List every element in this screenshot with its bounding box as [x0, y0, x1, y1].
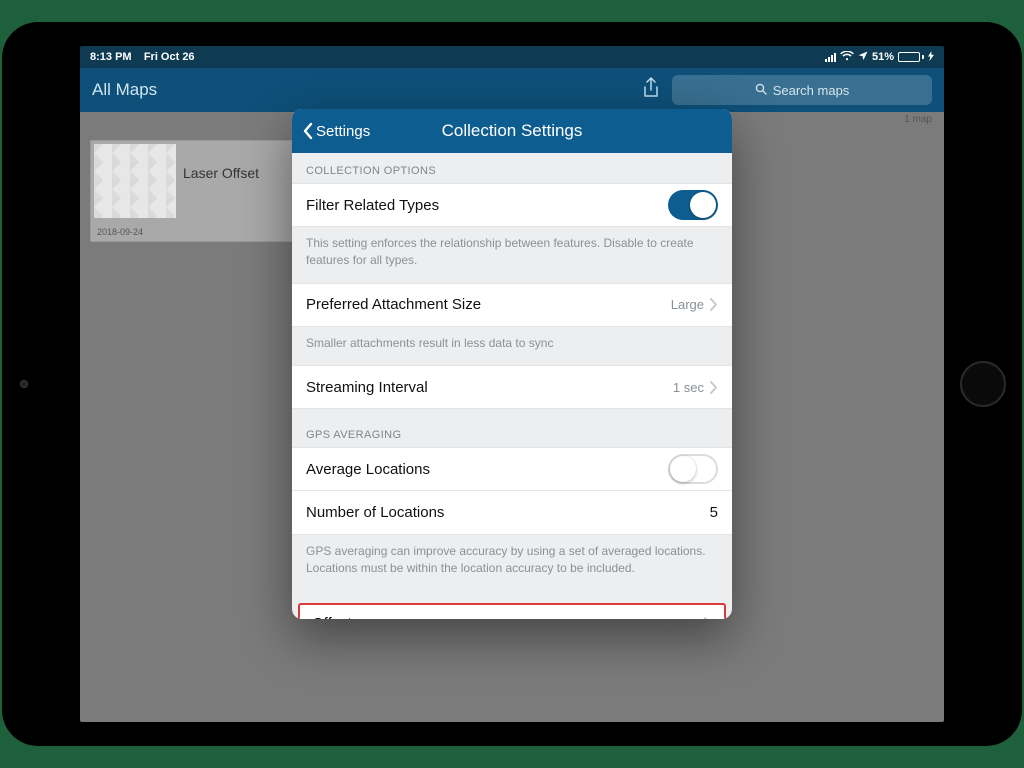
share-button[interactable]: [642, 77, 660, 104]
battery-percent: 51%: [872, 51, 894, 63]
row-label: Streaming Interval: [306, 379, 673, 396]
map-count-label: 1 map: [904, 114, 932, 125]
map-card-name: Laser Offset: [183, 165, 259, 181]
navbar: All Maps Search maps: [80, 68, 944, 112]
map-thumbnail: [94, 144, 176, 218]
chevron-left-icon: [302, 122, 314, 140]
row-label: Offset: [312, 615, 665, 619]
search-placeholder: Search maps: [773, 83, 850, 98]
section-header-gps: GPS AVERAGING: [292, 409, 732, 447]
charging-icon: [928, 51, 934, 64]
row-average-locations[interactable]: Average Locations: [292, 447, 732, 491]
chevron-right-icon: [704, 617, 712, 619]
row-value: 1 sec: [673, 380, 704, 395]
status-time: 8:13 PM: [90, 51, 132, 63]
row-label: Average Locations: [306, 461, 668, 478]
toggle-filter-related[interactable]: [668, 190, 718, 220]
filter-footer: This setting enforces the relationship b…: [292, 227, 732, 283]
chevron-right-icon: [710, 381, 718, 394]
row-streaming-interval[interactable]: Streaming Interval 1 sec: [292, 365, 732, 409]
toggle-average-locations[interactable]: [668, 454, 718, 484]
battery-icon: [898, 52, 924, 62]
back-label: Settings: [316, 123, 370, 140]
search-input[interactable]: Search maps: [672, 75, 932, 105]
row-attachment-size[interactable]: Preferred Attachment Size Large: [292, 283, 732, 327]
section-header-collection: COLLECTION OPTIONS: [292, 153, 732, 183]
location-icon: [858, 51, 868, 64]
collection-settings-modal: Settings Collection Settings COLLECTION …: [292, 109, 732, 619]
wifi-icon: [840, 51, 854, 64]
row-value: None: [665, 616, 696, 619]
row-number-locations[interactable]: Number of Locations 5: [292, 491, 732, 535]
row-value: 5: [710, 504, 718, 521]
row-filter-related-types[interactable]: Filter Related Types: [292, 183, 732, 227]
status-date: Fri Oct 26: [144, 51, 195, 63]
back-button[interactable]: Settings: [302, 122, 370, 140]
row-offset[interactable]: Offset None: [298, 603, 726, 619]
map-card[interactable]: Laser Offset 2018-09-24: [90, 140, 302, 242]
row-value: Large: [671, 297, 704, 312]
chevron-right-icon: [710, 298, 718, 311]
screen: 8:13 PM Fri Oct 26 51%: [80, 46, 944, 722]
navbar-title: All Maps: [92, 80, 157, 100]
attachment-footer: Smaller attachments result in less data …: [292, 327, 732, 366]
row-label: Preferred Attachment Size: [306, 296, 671, 313]
cellular-icon: [825, 52, 836, 62]
ipad-frame: 8:13 PM Fri Oct 26 51%: [2, 22, 1022, 746]
row-label: Number of Locations: [306, 504, 710, 521]
row-label: Filter Related Types: [306, 197, 668, 214]
gps-footer: GPS averaging can improve accuracy by us…: [292, 535, 732, 591]
status-bar: 8:13 PM Fri Oct 26 51%: [80, 46, 944, 68]
front-camera: [20, 380, 28, 388]
search-icon: [755, 83, 767, 98]
modal-header: Settings Collection Settings: [292, 109, 732, 153]
map-card-date: 2018-09-24: [97, 227, 143, 237]
home-button[interactable]: [960, 361, 1006, 407]
